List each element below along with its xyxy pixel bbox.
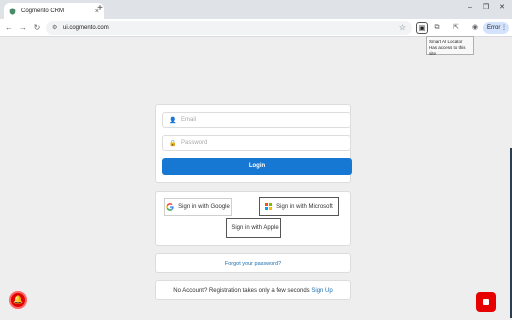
browser-tab-bar: Cogmento CRM × + – ❐ ✕ (0, 0, 512, 19)
tooltip-line-2: Has access to this site (429, 45, 466, 56)
tab-title: Cogmento CRM (21, 8, 65, 14)
profile-error-button[interactable]: Error ⋮ (483, 22, 509, 34)
star-icon[interactable]: ☆ (399, 23, 406, 32)
login-button[interactable]: Login (162, 158, 352, 175)
extension-tooltip: Smart AI Locator Has access to this site (426, 36, 474, 56)
address-bar[interactable]: ⚙ ui.cogmento.com ☆ (46, 21, 412, 35)
google-icon (166, 203, 174, 211)
no-account-text: No Account? Registration takes only a fe… (173, 288, 310, 294)
restore-icon[interactable]: ❐ (478, 2, 494, 14)
profile-error-label: Error (487, 25, 501, 31)
email-field[interactable]: 👤 Email (162, 112, 351, 128)
more-menu-icon[interactable]: ⋮ (501, 22, 507, 34)
new-tab-button[interactable]: + (94, 3, 106, 15)
search-tune-icon[interactable]: ⚙ (52, 25, 59, 32)
microsoft-icon (265, 203, 273, 210)
lock-icon: 🔒 (169, 140, 177, 147)
microsoft-signin-button[interactable]: Sign in with Microsoft (259, 197, 339, 216)
password-placeholder: Password (181, 140, 208, 146)
apple-signin-label: Sign in with Apple (231, 225, 279, 231)
microsoft-signin-label: Sign in with Microsoft (276, 203, 333, 210)
profile-icon[interactable]: ◉ (469, 22, 481, 34)
signup-link[interactable]: Sign Up (311, 288, 332, 294)
extensions-puzzle-icon[interactable]: ⧉ (431, 22, 443, 34)
browser-toolbar: ← → ↻ ⚙ ui.cogmento.com ☆ ▣ ⧉ ⇱ ◉ Error … (0, 19, 512, 37)
url-text: ui.cogmento.com (63, 25, 109, 31)
login-card: 👤 Email 🔒 Password Login (155, 104, 352, 183)
signup-card: No Account? Registration takes only a fe… (155, 280, 351, 300)
minimize-icon[interactable]: – (462, 2, 478, 14)
smart-ai-locator-extension-icon[interactable]: ▣ (416, 22, 428, 34)
forward-icon[interactable]: → (17, 22, 29, 34)
apple-signin-button[interactable]: Sign in with Apple (226, 218, 281, 238)
forgot-password-link[interactable]: Forgot your password? (225, 261, 281, 267)
share-icon[interactable]: ⇱ (450, 22, 462, 34)
google-signin-label: Sign in with Google (178, 204, 230, 210)
shield-icon (9, 7, 16, 15)
record-stop-icon[interactable] (476, 292, 496, 312)
social-signin-card: Sign in with Google Sign in with Microso… (155, 191, 351, 246)
password-field[interactable]: 🔒 Password (162, 135, 351, 151)
browser-tab[interactable]: Cogmento CRM × (4, 3, 104, 19)
back-icon[interactable]: ← (3, 22, 15, 34)
reload-icon[interactable]: ↻ (31, 22, 43, 34)
email-placeholder: Email (181, 117, 197, 123)
forgot-password-card: Forgot your password? (155, 253, 351, 273)
bell-icon[interactable]: 🔔 (9, 291, 27, 309)
google-signin-button[interactable]: Sign in with Google (164, 198, 232, 216)
user-icon: 👤 (169, 117, 177, 124)
close-window-icon[interactable]: ✕ (494, 2, 510, 14)
